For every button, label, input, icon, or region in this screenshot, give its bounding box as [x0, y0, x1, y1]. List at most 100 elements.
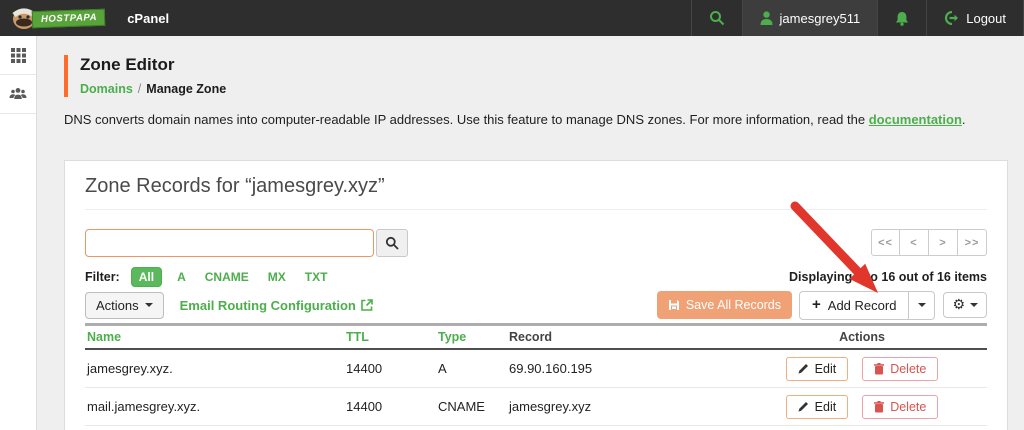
chevron-down-icon: [917, 303, 926, 307]
users-group-icon: [9, 88, 27, 99]
toolbar-right: Save All Records + Add Record ⚙: [656, 290, 987, 320]
column-header-type: Type: [438, 330, 467, 344]
edit-button[interactable]: Edit: [785, 394, 849, 419]
hostpapa-logo[interactable]: HOSTPAPA: [0, 0, 106, 36]
column-header-ttl: TTL: [346, 330, 369, 344]
record-type: CNAME: [438, 399, 485, 414]
app-name: cPanel: [127, 10, 170, 26]
filter-all-button[interactable]: All: [130, 267, 163, 287]
edit-label: Edit: [814, 361, 837, 376]
topbar: HOSTPAPA cPanel jamesgrey511 Logout: [0, 0, 1024, 36]
trash-icon: [874, 400, 885, 412]
record-name: jamesgrey.xyz.: [87, 361, 173, 376]
logout-icon: [945, 11, 959, 25]
record-value: 69.90.160.195: [509, 361, 593, 376]
topbar-notifications-button[interactable]: [877, 0, 926, 36]
delete-button[interactable]: Delete: [862, 394, 939, 419]
column-header-record: Record: [509, 330, 553, 344]
pagination-last-button[interactable]: >>: [958, 229, 987, 256]
save-all-records-button[interactable]: Save All Records: [656, 291, 793, 319]
save-icon: [668, 300, 679, 310]
pagination-status: Displaying 1 to 16 out of 16 items: [789, 270, 987, 284]
add-record-button[interactable]: + Add Record: [799, 290, 910, 320]
add-record-group: + Add Record: [799, 290, 936, 320]
record-type: A: [438, 361, 447, 376]
zone-records-card: Zone Records for “jamesgrey.xyz” << < >: [64, 160, 1008, 430]
email-routing-label: Email Routing Configuration: [179, 297, 356, 313]
sidebar-item-apps[interactable]: [0, 36, 36, 75]
gear-icon: ⚙: [952, 297, 965, 313]
edit-button[interactable]: Edit: [785, 356, 849, 381]
record-ttl: 14400: [346, 399, 383, 414]
edit-label: Edit: [814, 399, 837, 414]
plus-icon: +: [812, 296, 821, 313]
main-content: Zone Editor Domains / Manage Zone DNS conv…: [37, 36, 1024, 430]
pencil-icon: [798, 402, 808, 412]
page-description: DNS converts domain names into computer-…: [64, 112, 1008, 128]
topbar-user-menu[interactable]: jamesgrey511: [741, 0, 878, 36]
table-header-row: Name TTL Type Record Actions: [85, 323, 987, 350]
record-name: mail.jamesgrey.xyz.: [87, 399, 201, 414]
pagination: << < > >>: [871, 229, 987, 256]
grid-icon: [10, 47, 26, 63]
pencil-icon: [798, 364, 808, 374]
description-period: .: [961, 112, 966, 127]
toolbar-row: Actions Email Routing Configuration Save…: [85, 290, 987, 320]
zone-records-table: Name TTL Type Record Actions jamesgrey.x…: [85, 323, 987, 426]
save-all-label: Save All Records: [685, 298, 782, 312]
sidebar: [0, 36, 37, 430]
column-header-actions: Actions: [839, 330, 885, 344]
username-label: jamesgrey511: [779, 10, 861, 26]
pagination-first-button[interactable]: <<: [871, 229, 900, 256]
delete-label: Delete: [890, 361, 927, 376]
controls-row: << < > >>: [85, 229, 987, 257]
add-record-label: Add Record: [827, 297, 897, 313]
search-group: [85, 229, 408, 257]
page-header: Zone Editor Domains / Manage Zone: [64, 55, 1008, 97]
breadcrumb-current: Manage Zone: [146, 82, 227, 96]
delete-button[interactable]: Delete: [862, 356, 939, 381]
search-icon: [385, 236, 399, 250]
email-routing-link[interactable]: Email Routing Configuration: [180, 298, 373, 313]
filter-a-link[interactable]: A: [177, 270, 186, 284]
bell-icon: [896, 11, 909, 26]
hostpapa-brand-banner: HOSTPAPA: [31, 8, 106, 28]
logout-label: Logout: [966, 10, 1006, 26]
delete-label: Delete: [890, 399, 927, 414]
description-text: DNS converts domain names into computer-…: [64, 112, 869, 127]
documentation-link[interactable]: documentation: [869, 112, 962, 127]
user-icon: [760, 11, 773, 25]
actions-dropdown-button[interactable]: Actions: [85, 291, 164, 319]
breadcrumb-domains-link[interactable]: Domains: [80, 82, 133, 96]
pagination-prev-button[interactable]: <: [900, 229, 929, 256]
filter-row: Filter: All A CNAME MX TXT Displaying 1 …: [85, 267, 987, 287]
record-value: jamesgrey.xyz: [509, 399, 592, 414]
breadcrumb: Domains / Manage Zone: [80, 82, 1008, 97]
zone-search-button[interactable]: [376, 229, 408, 257]
record-ttl: 14400: [346, 361, 383, 376]
table-row: mail.jamesgrey.xyz. 14400 CNAME jamesgre…: [85, 388, 987, 426]
card-title: Zone Records for “jamesgrey.xyz”: [85, 175, 987, 210]
topbar-logout-button[interactable]: Logout: [926, 0, 1024, 36]
actions-label: Actions: [96, 297, 139, 313]
chevron-down-icon: [970, 303, 978, 307]
column-header-name: Name: [87, 330, 122, 344]
zone-search-input[interactable]: [85, 229, 374, 257]
filter-mx-link[interactable]: MX: [268, 270, 286, 284]
record-actions: Edit Delete: [737, 356, 987, 381]
chevron-down-icon: [144, 303, 153, 307]
sidebar-item-accounts[interactable]: [0, 75, 36, 114]
external-link-icon: [361, 299, 373, 311]
record-actions: Edit Delete: [737, 394, 987, 419]
table-row: jamesgrey.xyz. 14400 A 69.90.160.195 Edi…: [85, 350, 987, 388]
trash-icon: [874, 362, 885, 374]
add-record-caret-button[interactable]: [909, 290, 936, 320]
filter-cname-link[interactable]: CNAME: [205, 270, 249, 284]
filter-label: Filter:: [85, 270, 120, 284]
filter-txt-link[interactable]: TXT: [305, 270, 328, 284]
pagination-next-button[interactable]: >: [929, 229, 958, 256]
topbar-search-button[interactable]: [690, 0, 742, 36]
screen: HOSTPAPA cPanel jamesgrey511 Logout Zone…: [0, 0, 1024, 430]
settings-gear-button[interactable]: ⚙: [943, 292, 987, 318]
topbar-right: jamesgrey511 Logout: [690, 0, 1024, 36]
